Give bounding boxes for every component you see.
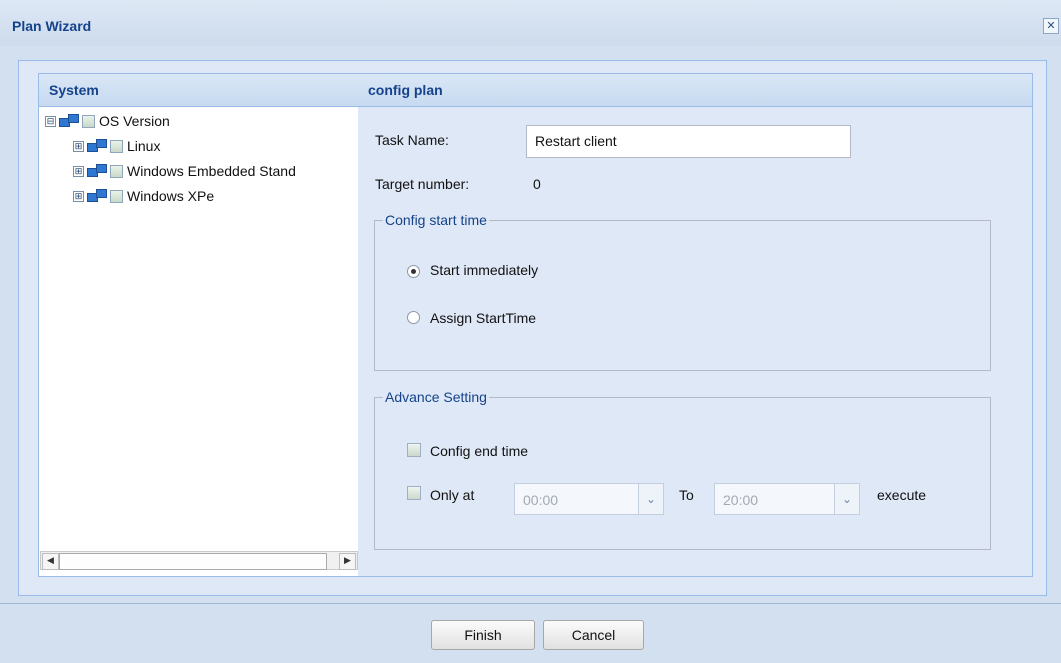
target-number-value: 0 bbox=[533, 176, 541, 192]
expand-icon[interactable]: ⊞ bbox=[73, 190, 84, 202]
tree-node-windows-xpe[interactable]: ⊞ Windows XPe bbox=[73, 186, 214, 206]
execute-label: execute bbox=[877, 487, 927, 503]
task-name-label: Task Name: bbox=[375, 132, 449, 148]
to-time-select[interactable]: 20:00 ⌄ bbox=[714, 483, 860, 515]
window-title: Plan Wizard bbox=[12, 18, 92, 34]
config-end-time-checkbox[interactable] bbox=[407, 443, 421, 457]
from-time-value: 00:00 bbox=[523, 492, 559, 508]
task-name-input[interactable]: Restart client bbox=[526, 125, 851, 158]
close-icon[interactable]: ✕ bbox=[1043, 18, 1059, 34]
start-immediately-label[interactable]: Start immediately bbox=[430, 262, 538, 278]
tree-checkbox[interactable] bbox=[82, 114, 95, 128]
from-time-select[interactable]: 00:00 ⌄ bbox=[514, 483, 664, 515]
tree-node-os-version[interactable]: ⊟ OS Version bbox=[45, 111, 170, 131]
scroll-right-icon[interactable]: ▶ bbox=[339, 553, 356, 570]
tree-checkbox[interactable] bbox=[110, 139, 123, 153]
expand-icon[interactable]: ⊞ bbox=[73, 140, 84, 152]
footer-divider bbox=[0, 603, 1061, 604]
chevron-down-icon[interactable]: ⌄ bbox=[834, 484, 859, 514]
scroll-thumb[interactable] bbox=[59, 553, 327, 570]
assign-starttime-radio[interactable] bbox=[407, 311, 420, 324]
assign-starttime-label[interactable]: Assign StartTime bbox=[430, 310, 536, 326]
config-end-time-label[interactable]: Config end time bbox=[430, 443, 528, 459]
config-plan-header: config plan bbox=[358, 74, 1032, 107]
collapse-icon[interactable]: ⊟ bbox=[45, 115, 56, 127]
chevron-down-icon[interactable]: ⌄ bbox=[638, 484, 663, 514]
title-bar[interactable]: Plan Wizard ✕ bbox=[0, 0, 1061, 46]
computer-icon bbox=[86, 164, 108, 178]
advance-setting-legend: Advance Setting bbox=[385, 389, 487, 405]
to-time-value: 20:00 bbox=[723, 492, 759, 508]
advance-setting-group: Advance Setting bbox=[374, 389, 991, 550]
tree-node-label: Linux bbox=[127, 138, 161, 154]
target-number-label: Target number: bbox=[375, 176, 470, 192]
only-at-label[interactable]: Only at bbox=[430, 487, 474, 503]
config-start-time-group: Config start time bbox=[374, 212, 991, 371]
cancel-button[interactable]: Cancel bbox=[543, 620, 644, 650]
computer-icon bbox=[86, 189, 108, 203]
horizontal-scrollbar[interactable]: ◀ ▶ bbox=[40, 551, 358, 570]
only-at-checkbox[interactable] bbox=[407, 486, 421, 500]
tree-checkbox[interactable] bbox=[110, 189, 123, 203]
tree-node-linux[interactable]: ⊞ Linux bbox=[73, 136, 160, 156]
to-label: To bbox=[679, 487, 694, 503]
computer-icon bbox=[86, 139, 108, 153]
system-panel: System ⊟ OS Version ⊞ Linux ⊞ Windows Em… bbox=[38, 73, 360, 577]
finish-button[interactable]: Finish bbox=[431, 620, 535, 650]
tree-node-label: OS Version bbox=[99, 113, 170, 129]
system-panel-header: System bbox=[39, 74, 359, 107]
scroll-left-icon[interactable]: ◀ bbox=[42, 553, 59, 570]
computer-icon bbox=[58, 114, 80, 128]
start-immediately-radio[interactable] bbox=[407, 265, 420, 278]
plan-wizard-window: Plan Wizard ✕ System ⊟ OS Version ⊞ Linu… bbox=[0, 0, 1061, 663]
tree-checkbox[interactable] bbox=[110, 164, 123, 178]
tree-node-label: Windows Embedded Stand bbox=[127, 163, 296, 179]
config-start-time-legend: Config start time bbox=[385, 212, 487, 228]
tree-node-label: Windows XPe bbox=[127, 188, 215, 204]
expand-icon[interactable]: ⊞ bbox=[73, 165, 84, 177]
tree-node-windows-embedded[interactable]: ⊞ Windows Embedded Stand bbox=[73, 161, 296, 181]
